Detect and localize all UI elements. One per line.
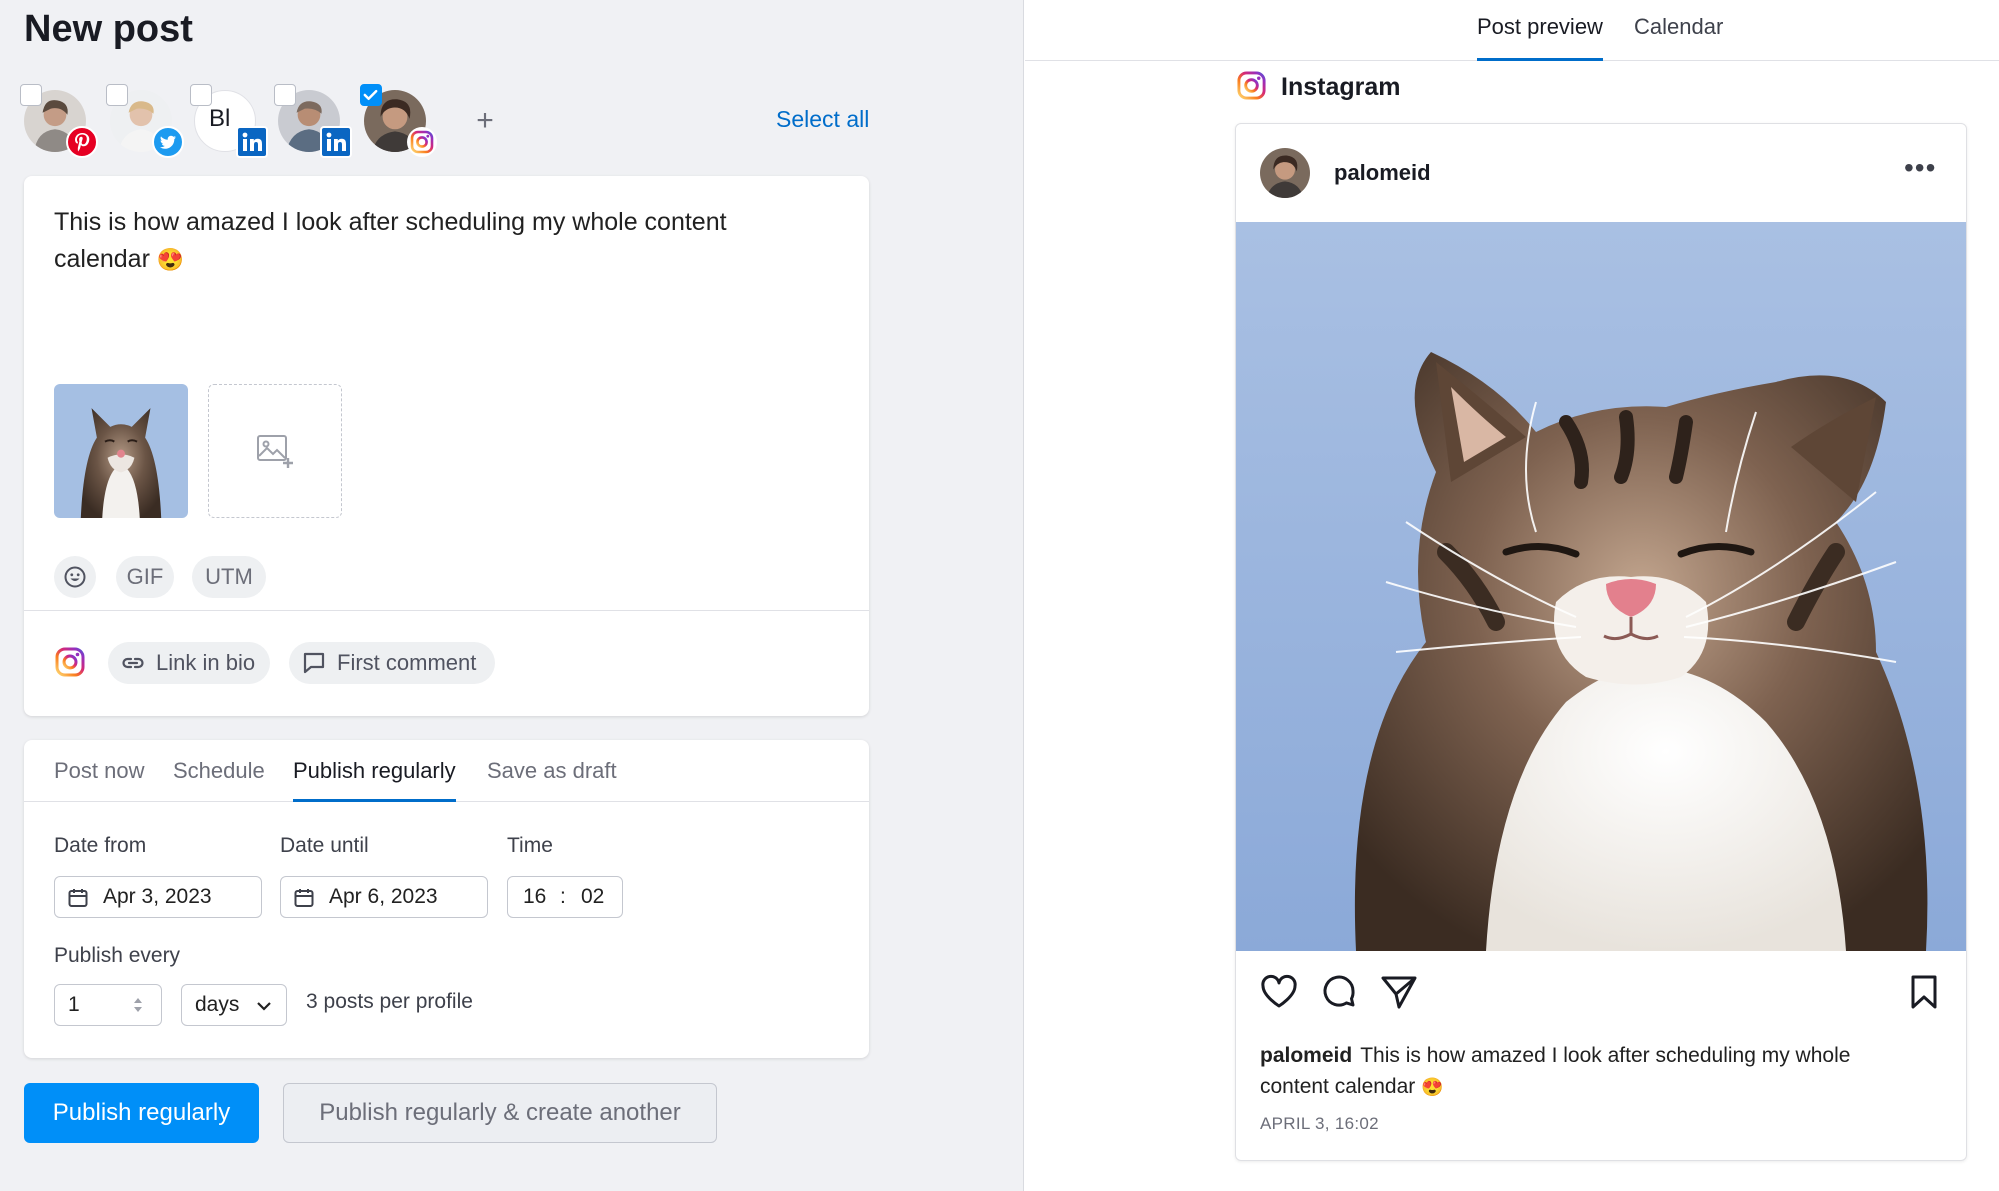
date-from-label: Date from (54, 834, 147, 857)
publish-mode-tabs: Post now Schedule Publish regularly Save… (24, 740, 869, 802)
profile-checkbox[interactable] (20, 84, 42, 106)
preview-tabs: Post preview Calendar (1025, 0, 1999, 61)
date-until-label: Date until (280, 834, 369, 857)
link-in-bio-label: Link in bio (156, 650, 256, 675)
tab-post-preview[interactable]: Post preview (1477, 14, 1603, 61)
comment-icon[interactable] (1320, 974, 1358, 1010)
time-separator: : (560, 885, 566, 908)
publish-every-value: 1 (68, 993, 80, 1016)
date-until-value: Apr 6, 2023 (329, 885, 438, 908)
calendar-icon (68, 889, 88, 907)
date-until-input[interactable]: Apr 6, 2023 (280, 876, 488, 918)
profile-linkedin[interactable] (274, 84, 352, 158)
linkedin-icon (320, 126, 352, 158)
date-from-input[interactable]: Apr 3, 2023 (54, 876, 262, 918)
interval-unit-value: days (195, 993, 240, 1016)
caption-line2: content calendar (1260, 1075, 1416, 1098)
publish-and-create-another-button[interactable]: Publish regularly & create another (283, 1083, 717, 1143)
preview-pane: Post preview Calendar Instagram palomeid… (1025, 0, 1999, 1191)
post-text-line2: calendar (54, 245, 150, 273)
more-options-icon[interactable]: ••• (1904, 152, 1936, 184)
post-text-line1: This is how amazed I look after scheduli… (54, 208, 727, 236)
profile-checkbox[interactable] (106, 84, 128, 106)
check-icon (363, 89, 378, 101)
bookmark-icon[interactable] (1908, 974, 1940, 1010)
heart-icon[interactable] (1260, 974, 1298, 1010)
profile-instagram[interactable] (360, 84, 437, 157)
chat-icon (303, 652, 325, 674)
pinterest-icon (66, 126, 98, 158)
instagram-icon (1236, 70, 1267, 101)
avatar (1260, 148, 1310, 198)
post-text-editor[interactable]: This is how amazed I look after scheduli… (54, 204, 814, 278)
instagram-icon (54, 646, 86, 678)
tab-calendar[interactable]: Calendar (1634, 14, 1723, 61)
link-in-bio-button[interactable]: Link in bio (108, 642, 270, 684)
time-minute[interactable]: 02 (581, 877, 604, 917)
emoji-heart-eyes: 😍 (1421, 1077, 1444, 1097)
utm-button[interactable]: UTM (192, 556, 266, 598)
publish-regularly-button[interactable]: Publish regularly (24, 1083, 259, 1143)
share-icon[interactable] (1380, 974, 1418, 1010)
post-composer: This is how amazed I look after scheduli… (24, 176, 869, 716)
caption-username: palomeid (1260, 1044, 1353, 1067)
gif-button[interactable]: GIF (116, 556, 174, 598)
emoji-heart-eyes: 😍 (156, 247, 185, 272)
schedule-panel: Post now Schedule Publish regularly Save… (24, 740, 869, 1058)
posts-per-profile-text: 3 posts per profile (306, 990, 473, 1013)
first-comment-label: First comment (337, 650, 477, 675)
profile-twitter[interactable] (106, 84, 184, 158)
post-date: APRIL 3, 16:02 (1260, 1114, 1379, 1133)
interval-unit-select[interactable]: days (181, 984, 287, 1026)
profile-checkbox[interactable] (360, 84, 382, 106)
twitter-icon (152, 126, 184, 158)
composer-pane: New post Bl + Select all This is how ama… (0, 0, 1024, 1191)
emoji-icon (64, 566, 86, 588)
tab-save-as-draft[interactable]: Save as draft (487, 758, 617, 802)
link-icon (122, 657, 144, 669)
preview-username: palomeid (1334, 160, 1431, 185)
time-input[interactable]: 16 : 02 (507, 876, 623, 918)
publish-every-stepper[interactable]: 1 (54, 984, 162, 1026)
divider (24, 610, 869, 611)
first-comment-button[interactable]: First comment (289, 642, 495, 684)
time-hour[interactable]: 16 (523, 877, 546, 917)
instagram-post-preview: palomeid ••• palomeid This is how amazed… (1235, 123, 1967, 1161)
profile-linkedin-bl[interactable]: Bl (190, 84, 268, 158)
preview-network-title: Instagram (1281, 73, 1401, 101)
post-caption: palomeid This is how amazed I look after … (1260, 1040, 1940, 1103)
date-from-value: Apr 3, 2023 (103, 885, 212, 908)
add-image-icon (257, 435, 293, 468)
select-all-link[interactable]: Select all (776, 106, 869, 133)
profile-checkbox[interactable] (274, 84, 296, 106)
tab-post-now[interactable]: Post now (54, 758, 145, 802)
add-media-button[interactable] (208, 384, 342, 518)
instagram-icon (407, 127, 437, 157)
publish-every-label: Publish every (54, 944, 181, 967)
page-title: New post (24, 8, 193, 50)
calendar-icon (294, 889, 314, 907)
linkedin-icon (236, 126, 268, 158)
tab-schedule[interactable]: Schedule (173, 758, 265, 802)
stepper-arrows-icon[interactable] (131, 995, 145, 1015)
media-thumbnail[interactable] (54, 384, 188, 518)
profile-checkbox[interactable] (190, 84, 212, 106)
chevron-down-icon (257, 1002, 271, 1011)
add-profile-button[interactable]: + (470, 104, 500, 138)
profile-pinterest[interactable] (20, 84, 98, 158)
profile-selector: Bl + Select all (20, 84, 870, 164)
time-label: Time (507, 834, 553, 857)
post-image (1236, 222, 1966, 951)
tab-publish-regularly[interactable]: Publish regularly (293, 758, 456, 802)
caption-line1: This is how amazed I look after scheduli… (1360, 1044, 1851, 1067)
emoji-picker-button[interactable] (54, 556, 96, 598)
avatar-initials: Bl (209, 105, 231, 132)
